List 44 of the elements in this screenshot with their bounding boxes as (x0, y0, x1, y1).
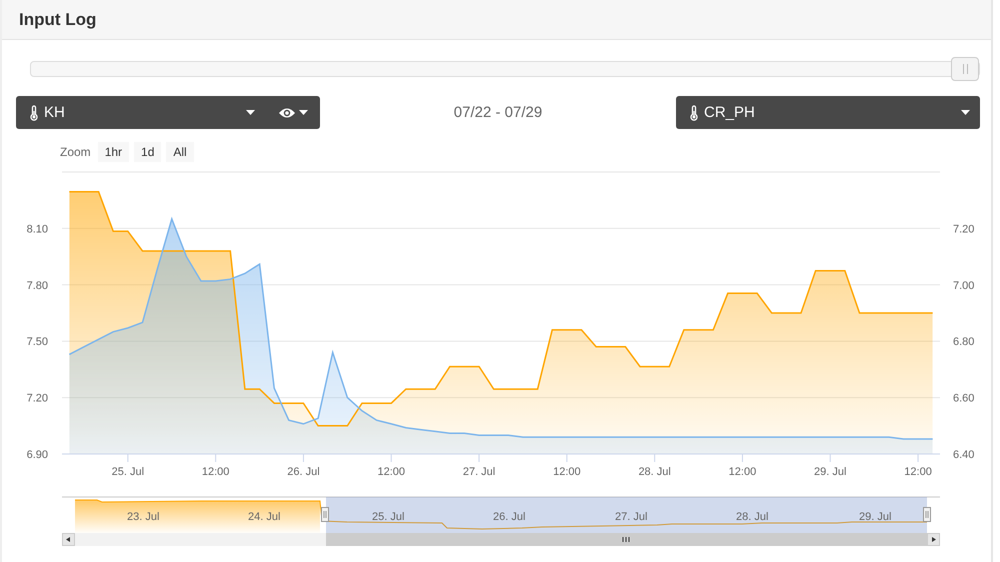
caret-icon (299, 110, 308, 115)
navigator-label: 26. Jul (493, 511, 526, 523)
visibility-dropdown[interactable] (265, 96, 320, 129)
zoom-label: Zoom (60, 145, 91, 159)
navigator-label: 28. Jul (736, 511, 768, 523)
axis-label: 28. Jul (638, 466, 671, 478)
caret-icon (246, 110, 255, 115)
axis-label: 7.20 (26, 392, 48, 405)
scrollbar[interactable] (62, 533, 940, 546)
axis-label: 7.00 (953, 280, 974, 292)
navigator-label: 29. Jul (859, 511, 892, 523)
axis-label: 12:00 (553, 466, 581, 478)
caret-icon (961, 110, 970, 115)
navigator-label: 23. Jul (127, 511, 160, 523)
axis-label: 6.90 (26, 449, 48, 461)
axis-label: 7.20 (953, 223, 974, 236)
axis-label: 8.10 (26, 223, 48, 236)
axis-label: 6.80 (953, 336, 974, 348)
axis-label: 25. Jul (112, 466, 144, 478)
panel-title: Input Log (19, 10, 96, 30)
zoom-button[interactable]: All (166, 142, 194, 162)
axis-label: 12:00 (904, 466, 932, 478)
axis-label: 27. Jul (462, 466, 496, 478)
zoom-button[interactable]: 1hr (98, 142, 130, 162)
thermometer-icon (30, 104, 38, 120)
input-dropdown[interactable]: CR_PH (676, 96, 980, 129)
axis-label: 26. Jul (287, 466, 320, 478)
axis-label: 29. Jul (814, 466, 846, 478)
axis-label: 7.80 (26, 280, 48, 292)
navigator-label: 24. Jul (248, 511, 280, 523)
axis-label: 12:00 (377, 466, 406, 478)
axis-label: 6.40 (953, 449, 974, 461)
eye-icon (278, 106, 296, 118)
navigator-label: 25. Jul (372, 511, 404, 523)
axis-label: 6.60 (953, 392, 974, 405)
slider-thumb[interactable] (951, 57, 979, 81)
axis-label: 7.50 (26, 336, 48, 348)
date-range: 07/22 - 07/29 (452, 104, 544, 121)
axis-label: 12:00 (202, 466, 230, 478)
zoom-button[interactable]: 1d (134, 142, 162, 162)
navigator-label: 27. Jul (615, 511, 648, 523)
thermometer-icon (690, 104, 698, 120)
axis-label: 12:00 (728, 466, 756, 478)
input-dropdown[interactable]: KH (16, 96, 265, 129)
